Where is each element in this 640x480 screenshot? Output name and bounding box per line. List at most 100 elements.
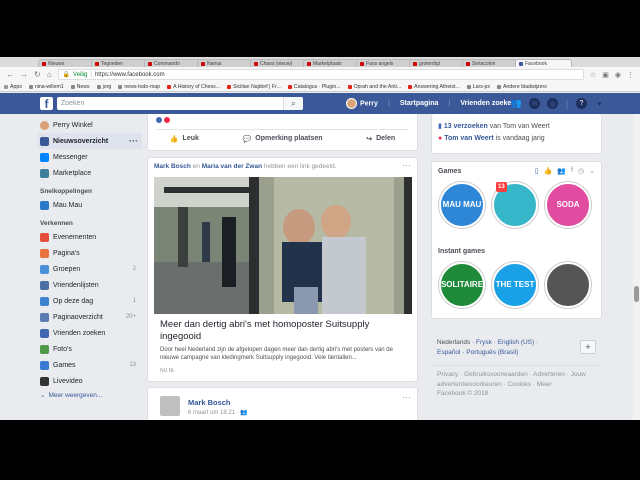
star-icon[interactable]: ☆ — [590, 71, 596, 79]
bookmark-item[interactable]: news-todo-map — [118, 84, 160, 90]
footer-link[interactable]: Meer — [537, 381, 552, 388]
post-options-icon[interactable]: ··· — [402, 160, 411, 170]
sidebar-item-groepen[interactable]: Groepen 2 — [40, 261, 140, 277]
language-link[interactable]: English (US) — [498, 339, 534, 346]
extension-icon[interactable]: ▣ — [602, 71, 609, 79]
language-link[interactable]: Português (Brasil) — [466, 349, 518, 356]
sidebar-item-marketplace[interactable]: Marketplace — [40, 165, 140, 181]
game-tile[interactable]: MAU MAU — [439, 182, 485, 228]
dropdown-icon[interactable]: ▾ — [594, 98, 605, 109]
requests-row[interactable]: ▮ 13 verzoeken van Tom van Weert — [438, 122, 550, 130]
browser-tab[interactable]: Facebook — [515, 59, 572, 67]
bookmark-item[interactable]: jorg — [96, 84, 111, 90]
browser-tab[interactable]: Tegoeden — [91, 59, 148, 67]
bookmark-item[interactable]: A History of Chess... — [167, 84, 220, 90]
scrollbar-thumb[interactable] — [634, 286, 639, 302]
scrollbar[interactable] — [633, 114, 640, 420]
bookmark-item[interactable]: Andere bladwijzers — [497, 84, 547, 90]
more-options-icon[interactable]: ··· — [129, 136, 138, 146]
sidebar-item-label: Groepen — [53, 265, 81, 273]
sidebar-item-op-deze-dag[interactable]: Op deze dag 1 — [40, 293, 140, 309]
post-coauthor-link[interactable]: Maria van der Zwan — [202, 163, 262, 170]
search-button[interactable]: ⌕ — [283, 97, 303, 110]
bookmark-item[interactable]: Oprah and the Anti... — [347, 84, 401, 90]
browser-tab[interactable]: Namai — [197, 59, 254, 67]
language-link[interactable]: Nederlands — [437, 339, 470, 346]
avatar[interactable] — [160, 396, 180, 416]
friend-requests-icon[interactable]: 👥 — [511, 98, 522, 109]
like-button[interactable]: 👍 Leuk — [170, 135, 199, 143]
browser-tab[interactable]: Fans angels — [356, 59, 413, 67]
facebook-icon[interactable]: f — [571, 167, 573, 175]
link-title[interactable]: Meer dan dertig abri's met homoposter Su… — [160, 319, 410, 343]
language-link[interactable]: Frysk — [476, 339, 492, 346]
home-icon[interactable]: ⌂ — [47, 70, 52, 79]
facebook-logo-icon[interactable]: f — [40, 97, 53, 111]
sidebar-item-livevideo[interactable]: Livevideo — [40, 373, 140, 389]
share-button[interactable]: ↪ Delen — [366, 135, 395, 143]
search-input[interactable]: Zoeken ⌕ — [57, 97, 303, 110]
home-link[interactable]: Startpagina — [400, 100, 439, 107]
game-tile[interactable]: 13 — [492, 182, 538, 228]
sidebar-item-pagina-s[interactable]: Pagina's — [40, 245, 140, 261]
friends-icon[interactable]: 👥 — [557, 167, 566, 175]
post-author-link[interactable]: Mark Bosch — [154, 163, 191, 170]
post-author-link[interactable]: Mark Bosch — [188, 398, 231, 407]
bookmark-item[interactable]: Answering Atheist... — [408, 84, 460, 90]
birthday-name-link[interactable]: Tom van Weert — [444, 135, 494, 142]
game-tile[interactable] — [545, 262, 591, 308]
show-more-link[interactable]: ⌄ Meer weergeven... — [40, 389, 140, 401]
menu-icon[interactable]: ⋮ — [627, 71, 634, 79]
forward-icon[interactable]: → — [20, 70, 28, 79]
extension-icon[interactable]: ◉ — [615, 71, 621, 79]
browser-tab[interactable]: Nieuws — [38, 59, 95, 67]
bookmark-item[interactable]: Lars-px — [466, 84, 490, 90]
link-preview-image[interactable] — [154, 177, 412, 314]
bookmark-item[interactable]: nina-willem1 — [28, 84, 64, 90]
language-link[interactable]: Español — [437, 349, 461, 356]
sidebar-item-foto-s[interactable]: Foto's — [40, 341, 140, 357]
sidebar-item-vriendenlijsten[interactable]: Vriendenlijsten — [40, 277, 140, 293]
reload-icon[interactable]: ↻ — [34, 70, 41, 79]
sidebar-item-messenger[interactable]: Messenger — [40, 149, 140, 165]
footer-link[interactable]: Adverteren — [533, 371, 565, 378]
sidebar-item-vrienden-zoeken[interactable]: Vrienden zoeken — [40, 325, 140, 341]
bookmark-item[interactable]: Sicilian Najdorf | Fr... — [227, 84, 281, 90]
browser-tab[interactable]: Sintacolon — [462, 59, 519, 67]
address-bar[interactable]: 🔒 Veilig | https://www.facebook.com — [57, 69, 584, 80]
footer-link[interactable]: Cookies — [507, 381, 530, 388]
chevron-down-icon[interactable]: ⌄ — [589, 167, 595, 175]
sidebar-item-paginaoverzicht[interactable]: Paginaoverzicht 20+ — [40, 309, 140, 325]
requests-link[interactable]: 13 verzoeken — [444, 123, 488, 130]
bookmark-item[interactable]: Apps — [4, 84, 22, 90]
help-icon[interactable]: ? — [576, 98, 587, 109]
clock-icon[interactable]: ◷ — [578, 167, 584, 175]
back-icon[interactable]: ← — [6, 70, 14, 79]
find-friends-link[interactable]: Vrienden zoeken — [460, 100, 515, 107]
post-options-icon[interactable]: ··· — [402, 392, 411, 402]
browser-tab[interactable]: Commando — [144, 59, 201, 67]
profile-link[interactable]: Perry — [346, 98, 378, 109]
footer-link[interactable]: Gebruiksvoorwaarden — [464, 371, 528, 378]
birthday-row[interactable]: ● Tom van Weert is vandaag jarig — [438, 135, 545, 142]
phone-icon[interactable]: ▯ — [535, 167, 539, 175]
bookmark-item[interactable]: Catalogus · Plugin... — [287, 84, 341, 90]
comment-button[interactable]: 💬 Opmerking plaatsen — [243, 135, 323, 143]
sidebar-item-mau-mau[interactable]: Mau Mau — [40, 197, 140, 213]
sidebar-item-evenementen[interactable]: Evenementen — [40, 229, 140, 245]
bookmark-item[interactable]: News — [70, 84, 90, 90]
game-tile[interactable]: SOLITAIRE — [439, 262, 485, 308]
game-tile[interactable]: THE TEST — [492, 262, 538, 308]
game-tile[interactable]: SODA — [545, 182, 591, 228]
sidebar-profile[interactable]: Perry Winkel — [40, 117, 140, 133]
browser-tab[interactable]: groterdigi — [409, 59, 466, 67]
globe-icon[interactable]: ◍ — [547, 98, 558, 109]
footer-link[interactable]: Privacy — [437, 371, 458, 378]
browser-tab[interactable]: Marketplaats — [303, 59, 360, 67]
thumbs-up-icon[interactable]: 👍 — [544, 167, 553, 175]
browser-tab[interactable]: Chaos (nieuw) — [250, 59, 307, 67]
sidebar-item-nieuwsoverzicht[interactable]: Nieuwsoverzicht ··· — [38, 133, 142, 149]
add-language-button[interactable]: + — [580, 340, 596, 354]
messenger-icon[interactable]: ✉ — [529, 98, 540, 109]
sidebar-item-games[interactable]: Games 13 — [40, 357, 140, 373]
